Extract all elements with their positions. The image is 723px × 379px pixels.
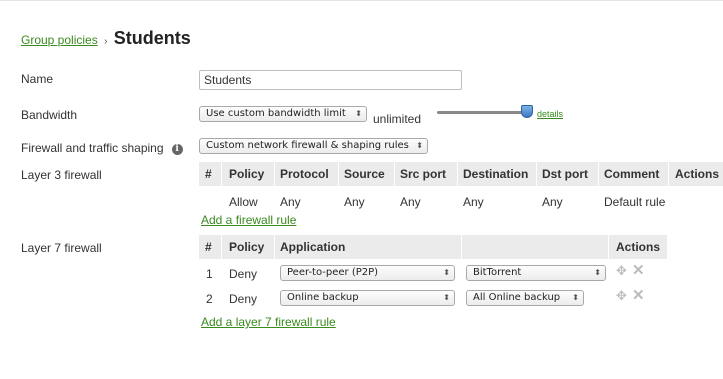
firewall-shaping-label-text: Firewall and traffic shaping xyxy=(21,141,164,155)
layer3-col-source: Source xyxy=(344,167,385,181)
column-divider xyxy=(598,162,599,186)
bandwidth-slider-handle[interactable] xyxy=(521,105,533,118)
breadcrumb-group-policies-link[interactable]: Group policies xyxy=(21,33,98,47)
layer3-col-actions: Actions xyxy=(675,167,720,181)
layer3-table-header: # Policy Protocol Source Src port Destin… xyxy=(199,162,723,186)
layer7-application-value: Online backup xyxy=(287,292,359,303)
column-divider xyxy=(274,162,275,186)
layer3-col-destination: Destination xyxy=(463,167,529,181)
name-label: Name xyxy=(21,72,54,86)
column-divider xyxy=(221,235,222,259)
add-layer7-rule-link[interactable]: Add a layer 7 firewall rule xyxy=(201,315,336,329)
updown-arrow-icon: ⬍ xyxy=(572,293,579,302)
layer3-col-src-port: Src port xyxy=(400,167,447,181)
bandwidth-slider-track[interactable] xyxy=(437,111,527,114)
layer3-col-dst-port: Dst port xyxy=(542,167,588,181)
breadcrumb: Group policies › Students xyxy=(21,28,191,49)
column-divider xyxy=(221,162,222,186)
breadcrumb-separator: › xyxy=(104,36,108,47)
layer7-row-num: 2 xyxy=(206,292,213,306)
layer3-col-policy: Policy xyxy=(229,167,265,181)
layer7-detail-value: All Online backup xyxy=(473,292,561,303)
layer3-row-src-port: Any xyxy=(400,195,421,209)
layer3-row-destination: Any xyxy=(463,195,484,209)
layer7-application-select[interactable]: Online backup ⬍ xyxy=(280,290,455,306)
layer3-col-num: # xyxy=(205,167,212,181)
column-divider xyxy=(457,162,458,186)
delete-icon[interactable]: ✕ xyxy=(632,261,645,279)
updown-arrow-icon: ⬍ xyxy=(594,268,601,277)
column-divider xyxy=(536,162,537,186)
name-field[interactable] xyxy=(199,70,462,90)
layer7-col-actions: Actions xyxy=(616,240,661,254)
page-title: Students xyxy=(113,28,191,48)
layer3-col-protocol: Protocol xyxy=(280,167,329,181)
layer7-detail-select[interactable]: BitTorrent ⬍ xyxy=(466,265,606,281)
bandwidth-label: Bandwidth xyxy=(21,108,78,122)
updown-arrow-icon: ⬍ xyxy=(355,109,362,118)
layer3-col-comment: Comment xyxy=(604,167,660,181)
updown-arrow-icon: ⬍ xyxy=(443,293,450,302)
layer7-row-policy: Deny xyxy=(229,292,258,306)
layer3-row-source: Any xyxy=(344,195,365,209)
updown-arrow-icon: ⬍ xyxy=(443,268,450,277)
layer7-row-num: 1 xyxy=(206,267,213,281)
column-divider xyxy=(461,235,462,259)
firewall-shaping-select-value: Custom network firewall & shaping rules xyxy=(206,140,409,151)
layer3-row-comment: Default rule xyxy=(604,195,666,209)
column-divider xyxy=(394,162,395,186)
bandwidth-details-link[interactable]: details xyxy=(537,109,563,119)
layer7-application-value: Peer-to-peer (P2P) xyxy=(287,267,379,278)
column-divider xyxy=(338,162,339,186)
layer3-firewall-label: Layer 3 firewall xyxy=(21,168,102,182)
delete-icon[interactable]: ✕ xyxy=(632,286,645,304)
column-divider xyxy=(274,235,275,259)
layer7-col-num: # xyxy=(205,240,212,254)
layer3-row-dst-port: Any xyxy=(542,195,563,209)
layer3-row-policy: Allow xyxy=(229,195,258,209)
bandwidth-select[interactable]: Use custom bandwidth limit ⬍ xyxy=(199,106,367,122)
move-icon[interactable]: ✥ xyxy=(616,263,627,279)
move-icon[interactable]: ✥ xyxy=(616,288,627,304)
bandwidth-value: unlimited xyxy=(373,112,422,126)
firewall-shaping-select[interactable]: Custom network firewall & shaping rules … xyxy=(199,138,428,154)
layer3-row-protocol: Any xyxy=(280,195,301,209)
layer7-detail-select[interactable]: All Online backup ⬍ xyxy=(466,290,584,306)
top-divider xyxy=(0,0,723,1)
layer7-col-application: Application xyxy=(280,240,346,254)
firewall-shaping-label: Firewall and traffic shaping i xyxy=(21,141,183,155)
bandwidth-select-value: Use custom bandwidth limit xyxy=(206,108,346,119)
info-icon[interactable]: i xyxy=(171,144,183,155)
layer7-detail-value: BitTorrent xyxy=(473,267,522,278)
column-divider xyxy=(668,162,669,186)
add-firewall-rule-link[interactable]: Add a firewall rule xyxy=(201,213,296,227)
updown-arrow-icon: ⬍ xyxy=(416,141,423,150)
layer7-firewall-label: Layer 7 firewall xyxy=(21,241,102,255)
layer7-table-header: # Policy Application Actions xyxy=(199,235,667,259)
layer7-col-policy: Policy xyxy=(229,240,265,254)
layer7-application-select[interactable]: Peer-to-peer (P2P) ⬍ xyxy=(280,265,455,281)
layer7-row-policy: Deny xyxy=(229,267,258,281)
column-divider xyxy=(608,235,609,259)
